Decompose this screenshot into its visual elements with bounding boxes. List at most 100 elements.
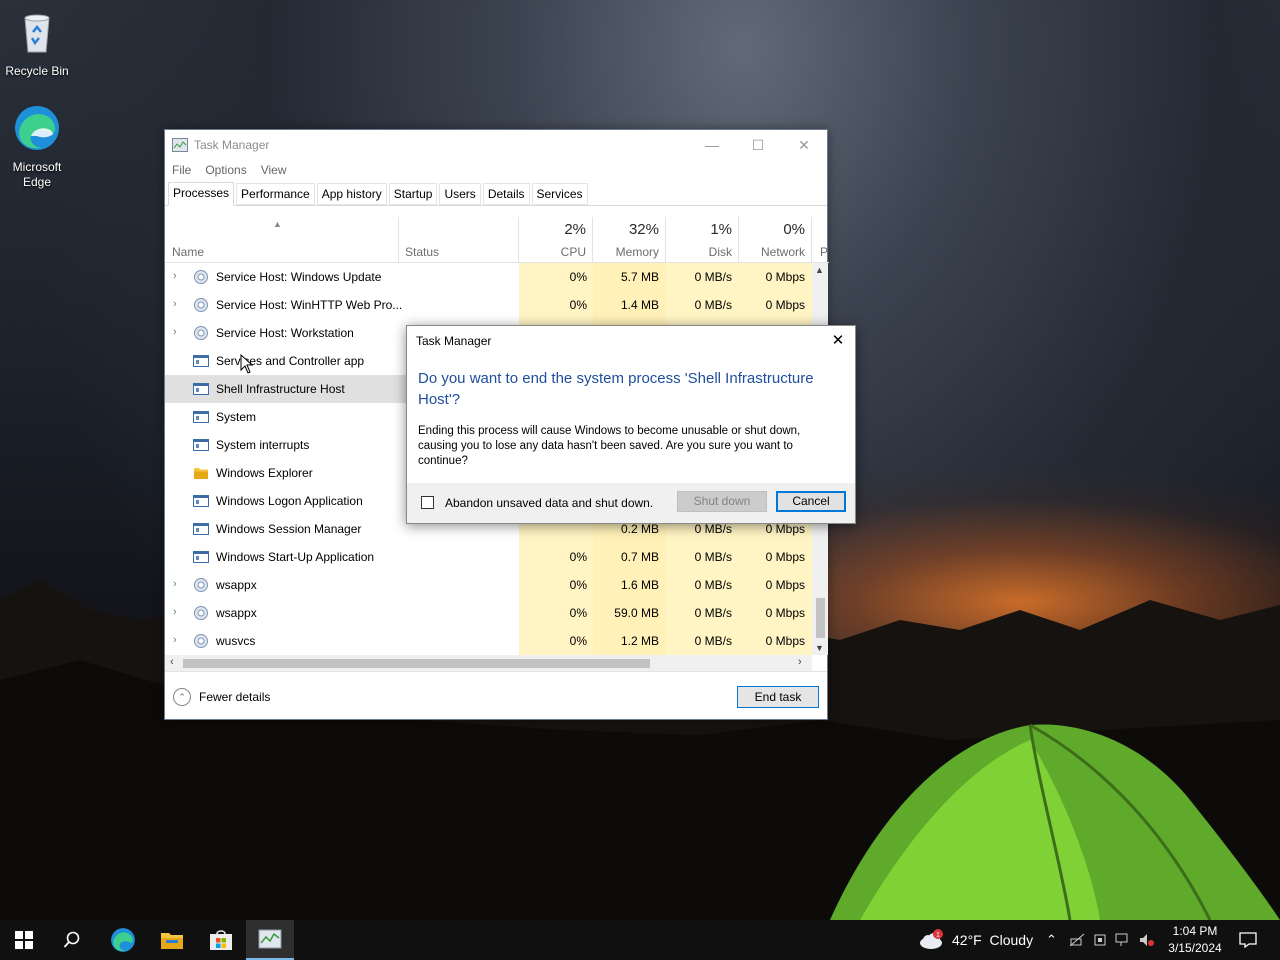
tab-processes[interactable]: Processes <box>168 182 235 206</box>
app-window-icon <box>193 437 209 453</box>
desktop-icon-label: Recycle Bin <box>5 64 69 78</box>
action-center-button[interactable] <box>1224 920 1272 960</box>
process-row[interactable]: › Service Host: WinHTTP Web Pro... 0% 1.4 M… <box>165 291 812 319</box>
process-disk: 0 MB/s <box>694 270 732 284</box>
clock[interactable]: 1:04 PM 3/15/2024 <box>1163 923 1227 957</box>
scroll-up-icon[interactable]: ▲ <box>815 265 824 275</box>
desktop-icon-edge[interactable]: Microsoft Edge <box>0 104 74 190</box>
scroll-left-icon[interactable]: ‹ <box>170 656 174 668</box>
cpu-total: 2% <box>564 221 586 238</box>
search-icon <box>63 931 80 948</box>
process-network: 0 Mbps <box>765 634 805 648</box>
scroll-down-icon[interactable]: ▼ <box>815 643 824 653</box>
end-task-button[interactable]: End task <box>737 686 819 708</box>
desktop-icon-recycle-bin[interactable]: Recycle Bin <box>0 8 74 79</box>
device-icon[interactable] <box>1093 933 1107 947</box>
process-row[interactable]: › Service Host: Windows Update 0% 5.7 MB 0 M… <box>165 263 812 291</box>
tab-users[interactable]: Users <box>439 183 481 205</box>
process-name: Service Host: WinHTTP Web Pro... <box>216 298 403 312</box>
menu-file[interactable]: File <box>172 163 191 177</box>
sort-up-icon: ▲ <box>273 219 282 229</box>
app-window-icon <box>193 493 209 509</box>
chevron-right-icon[interactable]: › <box>173 298 177 310</box>
column-name[interactable]: ▲ Name <box>165 217 399 263</box>
clock-date: 3/15/2024 <box>1168 941 1222 955</box>
process-cpu: 0% <box>569 578 587 592</box>
scroll-right-icon[interactable]: › <box>798 656 802 668</box>
close-button[interactable]: ✕ <box>781 130 827 160</box>
column-memory-label: Memory <box>615 245 659 259</box>
scroll-thumb-horizontal[interactable] <box>183 659 650 668</box>
app-window-icon <box>193 521 209 537</box>
chevron-right-icon[interactable]: › <box>173 634 177 646</box>
process-disk: 0 MB/s <box>694 550 732 564</box>
minimize-button[interactable]: — <box>689 130 735 160</box>
search-button[interactable] <box>48 920 96 960</box>
abandon-data-checkbox[interactable] <box>421 496 434 509</box>
tab-performance[interactable]: Performance <box>236 183 315 205</box>
process-network: 0 Mbps <box>765 578 805 592</box>
column-network[interactable]: 0% Network <box>739 217 812 263</box>
process-row[interactable]: Windows Start-Up Application 0% 0.7 MB 0 MB… <box>165 543 812 571</box>
process-name: Services and Controller app <box>216 354 365 368</box>
process-network: 0 Mbps <box>765 270 805 284</box>
tab-details[interactable]: Details <box>482 183 530 205</box>
chevron-up-icon[interactable]: ⌃ <box>1046 932 1057 948</box>
taskbar-file-explorer[interactable] <box>148 920 196 960</box>
process-row[interactable]: › wsappx 0% 59.0 MB 0 MB/s 0 Mbps <box>165 599 812 627</box>
column-cpu[interactable]: 2% CPU <box>519 217 593 263</box>
volume-muted-icon[interactable] <box>1139 933 1155 947</box>
dialog-title-bar[interactable]: Task Manager ✕ <box>407 326 855 356</box>
network-disconnected-icon[interactable] <box>1069 933 1085 947</box>
process-disk: 0 MB/s <box>694 522 732 536</box>
process-network: 0 Mbps <box>765 550 805 564</box>
tab-startup[interactable]: Startup <box>388 183 438 205</box>
dialog-title: Task Manager <box>416 334 492 348</box>
column-power[interactable]: P <box>812 217 828 263</box>
clock-time: 1:04 PM <box>1172 924 1218 938</box>
menu-options[interactable]: Options <box>205 163 246 177</box>
fewer-details-label: Fewer details <box>199 690 271 704</box>
folder-icon <box>161 933 183 949</box>
process-name: wsappx <box>216 578 257 592</box>
chevron-right-icon[interactable]: › <box>173 270 177 282</box>
chevron-right-icon[interactable]: › <box>173 326 177 338</box>
window-title: Task Manager <box>194 138 270 152</box>
process-cpu: 0% <box>569 270 587 284</box>
cancel-button[interactable]: Cancel <box>776 491 846 512</box>
notification-icon <box>1239 932 1257 948</box>
process-row[interactable]: › wsappx 0% 1.6 MB 0 MB/s 0 Mbps <box>165 571 812 599</box>
tab-strip: Processes Performance App history Startu… <box>165 180 827 206</box>
fewer-details-button[interactable]: ⌃ Fewer details <box>173 688 270 706</box>
process-network: 0 Mbps <box>765 606 805 620</box>
process-name: Shell Infrastructure Host <box>216 382 345 396</box>
edge-icon <box>111 928 135 952</box>
dialog-close-icon[interactable]: ✕ <box>829 326 847 356</box>
abandon-data-label[interactable]: Abandon unsaved data and shut down. <box>445 496 653 510</box>
tab-services[interactable]: Services <box>531 183 588 205</box>
taskbar-store[interactable] <box>197 920 245 960</box>
chevron-right-icon[interactable]: › <box>173 578 177 590</box>
process-row[interactable]: › wusvcs 0% 1.2 MB 0 MB/s 0 Mbps <box>165 627 812 655</box>
maximize-button[interactable]: ☐ <box>735 130 781 160</box>
title-bar[interactable]: Task Manager — ☐ ✕ <box>165 130 827 160</box>
dialog-footer: Abandon unsaved data and shut down. Shut… <box>407 483 855 523</box>
ethernet-icon[interactable] <box>1115 933 1131 947</box>
shut-down-button[interactable]: Shut down <box>677 491 767 512</box>
menu-view[interactable]: View <box>261 163 287 177</box>
start-button[interactable] <box>0 920 48 960</box>
scroll-thumb[interactable] <box>816 598 825 638</box>
column-disk[interactable]: 1% Disk <box>666 217 739 263</box>
horizontal-scrollbar[interactable]: ‹ › <box>165 655 812 671</box>
app-window-icon <box>193 381 209 397</box>
process-disk: 0 MB/s <box>694 578 732 592</box>
chevron-right-icon[interactable]: › <box>173 606 177 618</box>
taskbar-task-manager[interactable] <box>246 920 294 960</box>
column-memory[interactable]: 32% Memory <box>593 217 666 263</box>
taskbar-edge[interactable] <box>99 920 147 960</box>
dialog-body: Ending this process will cause Windows t… <box>418 425 801 467</box>
process-name: Windows Session Manager <box>216 522 362 536</box>
tab-app-history[interactable]: App history <box>316 183 387 205</box>
column-status[interactable]: Status <box>399 217 519 263</box>
weather-widget[interactable]: 1 42°F Cloudy <box>918 920 1033 960</box>
